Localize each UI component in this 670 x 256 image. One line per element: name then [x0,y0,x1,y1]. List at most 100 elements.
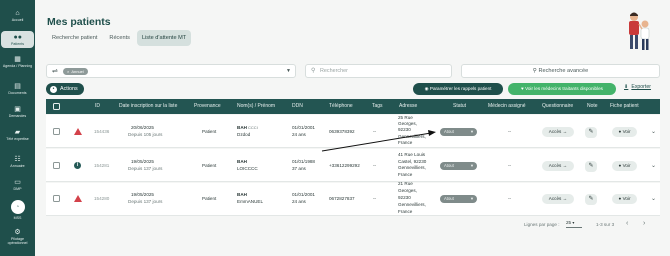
warning-icon [74,128,82,135]
patient-firstname: Dzdod [237,132,251,137]
table-row[interactable]: i 154281 19/05/2025 Depuis 137 jours Pat… [46,149,660,182]
filter-select[interactable]: ⇌ × Annuel ▼ [46,64,296,78]
col-questionnaire[interactable]: Questionnaire [542,99,573,114]
birth-date: 01/01/2001 [292,192,315,197]
sidebar-item-dmp[interactable]: ▭ DMP [1,177,34,194]
select-all-checkbox[interactable] [53,103,60,110]
phone: 0672827837 [329,196,355,201]
advanced-search-button[interactable]: ⚲ Recherche avancée [461,64,660,78]
edit-note-icon[interactable]: ✎ [585,127,597,138]
sidebar-item-agenda[interactable]: ▦ Agenda / Planning [1,54,34,74]
home-icon: ⌂ [15,10,20,17]
row-checkbox[interactable] [53,128,60,135]
col-patient-file[interactable]: Fiche patient [610,99,639,114]
registration-date: 19/05/2025 [131,192,154,197]
filter-chip[interactable]: × Annuel [63,68,88,75]
registration-date: 19/05/2025 [131,159,154,164]
search-input[interactable]: ⚲ Rechercher [305,64,452,78]
chevron-down-icon[interactable]: ▼ [286,68,291,74]
col-name[interactable]: Nom(s) / Prénom [237,99,275,114]
questionnaire-button[interactable]: Accès → [542,161,574,171]
address: 41 Rue Louis Castel, 92230 Gennevilliers… [398,152,427,177]
available-doctors-button[interactable]: ♥ Voir les médecins traitants disponible… [508,83,616,95]
view-patient-button[interactable]: ● Voir [612,161,637,171]
waiting-since: Depuis 105 jours [128,132,163,137]
birth-date: 01/01/2001 [292,125,315,130]
patient-firstname: LOICCCC [237,166,258,171]
more-icon: • [50,86,57,93]
patient-id: 154280 [94,196,110,201]
status-select[interactable]: Atout ▼ [440,128,477,136]
col-id[interactable]: ID [95,99,100,114]
actions-button[interactable]: • Actions [46,83,84,95]
download-icon: ⬇ [624,84,629,90]
chevron-down-icon: ▼ [470,163,474,168]
doctor-illustration [629,12,650,50]
sidebar-item-annuaire[interactable]: ☷ Annuaire [1,154,34,171]
rows-per-page-select[interactable]: 25 ▾ [566,220,582,228]
rows-per-page-label: Lignes par page : [524,222,560,227]
expand-chevron-icon[interactable]: ⌄ [651,162,656,169]
configure-reminders-button[interactable]: ◉ Paramétrer les rappels patient [413,83,503,95]
sidebar-item-pilotage[interactable]: ⚙ Pilotage opérationnel [1,227,34,249]
tags: -- [373,129,377,134]
edit-note-icon[interactable]: ✎ [585,161,597,172]
col-doctor[interactable]: Médecin assigné [488,99,526,114]
sidebar-item-documents[interactable]: ▤ Documents [1,81,34,98]
folder-icon: ▭ [14,179,21,186]
patient-lastname-extra: CCCI [248,125,258,130]
chevron-down-icon: ▼ [470,196,474,201]
phone: +33612299292 [329,163,360,168]
status-select[interactable]: Atout ▼ [440,195,477,203]
search-icon: ⚲ [311,68,316,74]
patient-lastname: BAH [237,125,247,130]
users-icon: ●● [13,34,22,41]
col-date[interactable]: Date inscription sur la liste [119,99,177,114]
tags: -- [373,163,377,168]
chat-icon: ▰ [14,129,21,136]
page-title: Mes patients [47,16,111,28]
view-patient-button[interactable]: ● Voir [612,127,637,137]
pagination-range: 1-3 sur 3 [596,222,615,227]
sidebar-item-mss[interactable]: ◔ MSS [1,199,34,221]
sidebar-item-accueil[interactable]: ⌂ Accueil [1,8,34,25]
col-provenance[interactable]: Provenance [194,99,221,114]
warning-icon [74,195,82,202]
app: ⌂ Accueil ●● Patients ▦ Agenda / Plannin… [0,0,670,256]
chevron-down-icon: ▾ [572,220,575,225]
next-page-button[interactable]: › [643,220,645,227]
row-checkbox[interactable] [53,162,60,169]
expand-chevron-icon[interactable]: ⌄ [651,128,656,135]
sidebar-item-patients[interactable]: ●● Patients [1,31,34,48]
sidebar-item-demandes[interactable]: ▣ Demandes [1,104,34,121]
address: 25 Rue Georges, 92230 Gennevilliers, Fra… [398,115,426,145]
col-status[interactable]: Statut [453,99,466,114]
col-note[interactable]: Note [587,99,598,114]
status-select[interactable]: Atout ▼ [440,162,477,170]
table-row[interactable]: 154436 20/06/2025 Depuis 105 jours Patie… [46,115,660,148]
tab-recherche-patient[interactable]: Recherche patient [47,30,102,46]
col-phone[interactable]: Téléphone [329,99,353,114]
col-tags[interactable]: Tags [372,99,383,114]
table-header: ID Date inscription sur la liste Provena… [46,99,660,114]
col-address[interactable]: Adresse [399,99,417,114]
sidebar-item-teleexpertise[interactable]: ▰ Télé expertise [1,127,34,147]
questionnaire-button[interactable]: Accès → [542,194,574,204]
sliders-icon[interactable]: ⇌ [52,67,58,75]
table-row[interactable]: 154280 19/05/2025 Depuis 137 jours Patie… [46,181,660,216]
assigned-doctor: -- [508,129,512,134]
close-icon[interactable]: × [67,69,69,74]
patient-id: 154436 [94,129,110,134]
document-icon: ▤ [14,83,21,90]
col-ddn[interactable]: DDN [292,99,303,114]
view-patient-button[interactable]: ● Voir [612,194,637,204]
export-button[interactable]: ⬇ Exporter [624,84,651,90]
tab-recents[interactable]: Récents [104,30,135,46]
expand-chevron-icon[interactable]: ⌄ [651,195,656,202]
questionnaire-button[interactable]: Accès → [542,127,574,137]
prev-page-button[interactable]: ‹ [626,220,628,227]
tab-liste-attente-mt[interactable]: Liste d'attente MT [136,30,192,46]
row-checkbox[interactable] [53,195,60,202]
provenance: Patient [202,163,217,168]
edit-note-icon[interactable]: ✎ [585,194,597,205]
